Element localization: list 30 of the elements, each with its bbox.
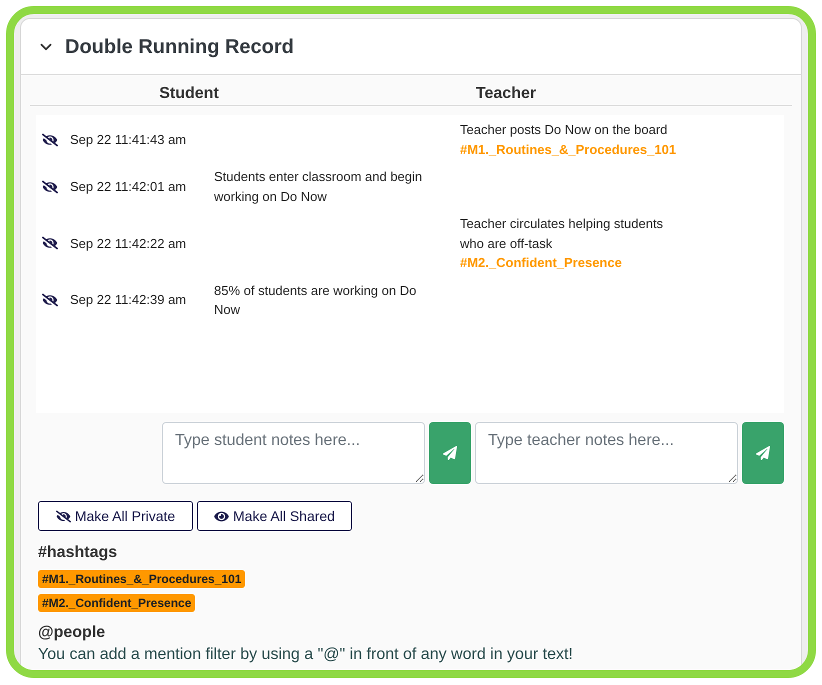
timestamp: Sep 22 11:41:43 am (70, 132, 186, 147)
timestamp: Sep 22 11:42:39 am (70, 292, 186, 308)
student-note: 85% of students are working on Do Now (214, 282, 418, 319)
notes-field[interactable]: Type teacher notes here... (475, 422, 738, 484)
make-shared-button[interactable]: Make All Shared (197, 501, 352, 531)
section-heading: @people (38, 624, 106, 641)
notes-field[interactable]: Type student notes here... (162, 422, 425, 484)
hashtag-tag[interactable]: #M2._Confident_Presence (38, 594, 196, 612)
eye-slash-icon[interactable] (42, 236, 58, 250)
hashtag-tag[interactable]: #M1._Routines_&_Procedures_101 (38, 570, 246, 588)
timestamp: Sep 22 11:42:01 am (70, 178, 186, 194)
paper-plane-icon (443, 446, 457, 460)
teacher-note: Teacher circulates helping students who are off-task (460, 215, 664, 252)
eye-slash-icon[interactable] (42, 132, 58, 146)
paper-plane-icon (756, 446, 770, 460)
send-button[interactable] (742, 422, 784, 484)
mention-hint: You can add a mention filter by using a "@" in front of any word in your text! (38, 646, 573, 663)
eye-slash-icon (56, 510, 71, 522)
eye-slash-icon[interactable] (42, 293, 58, 307)
section-heading: #hashtags (38, 544, 118, 561)
eye-icon (214, 510, 230, 522)
send-button[interactable] (429, 422, 471, 484)
student-note: Students enter classroom and begin working on Do Now (214, 168, 424, 206)
column-header: Student (159, 84, 219, 104)
make-private-button[interactable]: Make All Private (38, 501, 193, 531)
panel-title: Double Running Record (65, 34, 294, 60)
column-header: Teacher (476, 84, 536, 104)
teacher-note: Teacher posts Do Now on the board (460, 121, 668, 139)
eye-slash-icon[interactable] (42, 180, 58, 194)
timestamp: Sep 22 11:42:22 am (70, 236, 186, 250)
